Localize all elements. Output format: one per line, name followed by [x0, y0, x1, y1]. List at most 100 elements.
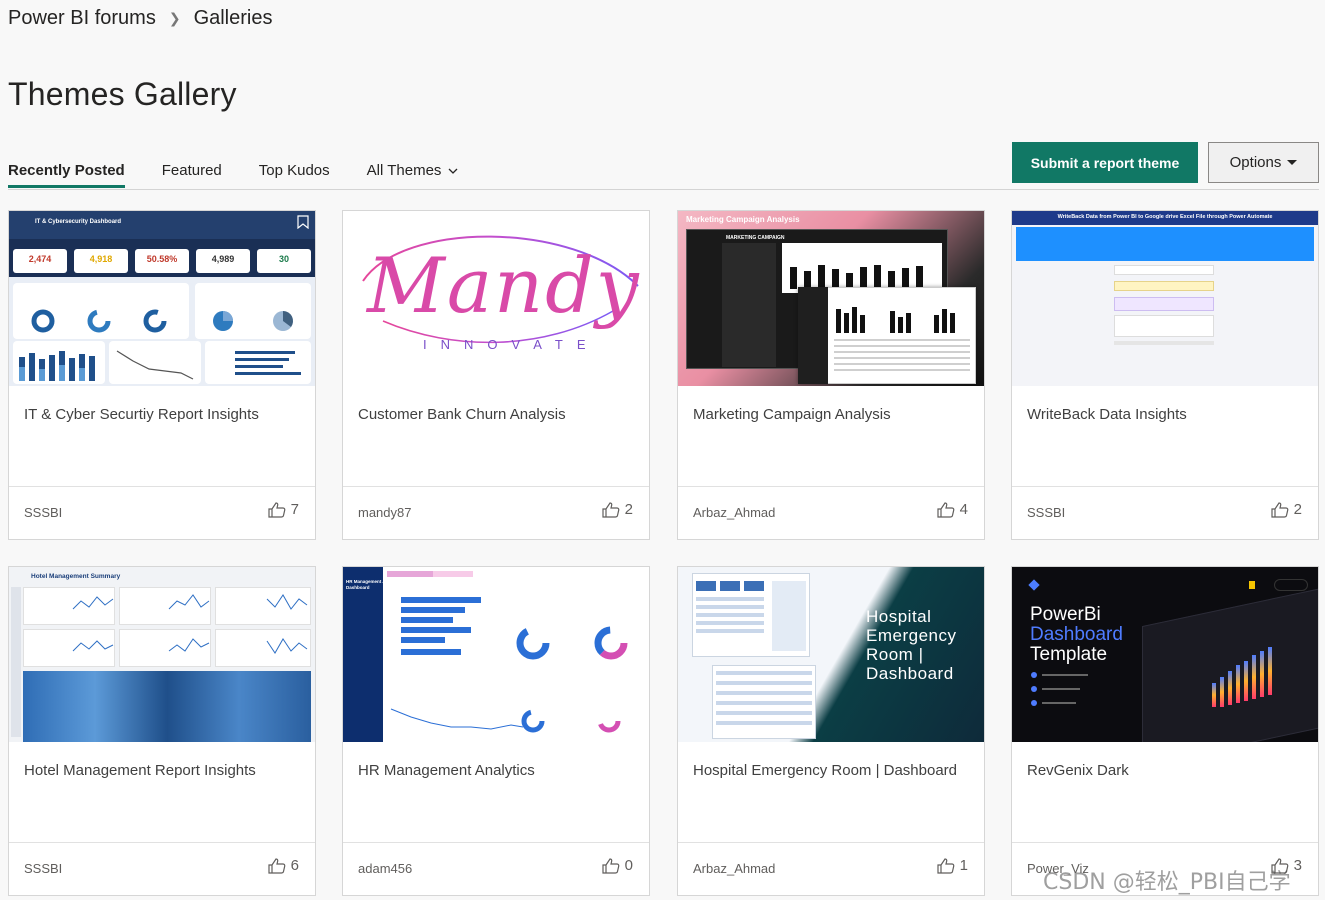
kudos-button[interactable]: 2 — [602, 501, 633, 518]
card-title[interactable]: Hotel Management Report Insights — [24, 762, 304, 779]
gallery-card-customer-bank-churn[interactable]: Mandy INNOVATE Customer Bank Churn Analy… — [342, 210, 650, 540]
line-chart — [116, 350, 194, 380]
gallery-card-it-cyber[interactable]: IT & Cybersecurity Dashboard 2,474 4,918… — [8, 210, 316, 540]
tab-label: Recently Posted — [8, 162, 125, 179]
card-divider — [9, 842, 315, 843]
data-table — [834, 339, 970, 371]
card-title[interactable]: WriteBack Data Insights — [1027, 406, 1307, 423]
thumb-line: Emergency — [866, 626, 957, 645]
gallery-card-hotel-management[interactable]: Hotel Management Summary Hotel Managemen… — [8, 566, 316, 896]
card-author[interactable]: SSSBI — [24, 505, 62, 520]
bar-chart-horizontal — [401, 597, 481, 655]
thumb-line: Dashboard — [1030, 624, 1123, 645]
kudos-button[interactable]: 2 — [1271, 501, 1302, 518]
kudos-count: 3 — [1293, 857, 1302, 874]
card-author[interactable]: Arbaz_Ahmad — [693, 505, 775, 520]
kudos-count: 1 — [959, 857, 968, 874]
donut-charts — [31, 309, 167, 333]
thumb-panel-title: MARKETING CAMPAIGN — [726, 235, 785, 241]
options-button[interactable]: Options — [1208, 142, 1319, 183]
options-label: Options — [1229, 154, 1282, 171]
card-title[interactable]: Customer Bank Churn Analysis — [358, 406, 638, 423]
kpi-value: 4,918 — [74, 249, 128, 273]
tab-recently-posted[interactable]: Recently Posted — [8, 162, 125, 188]
kudos-button[interactable]: 7 — [268, 501, 299, 518]
breadcrumb-home-link[interactable]: Power BI forums — [8, 7, 156, 30]
thumb-line: Hospital — [866, 607, 932, 626]
mini-dashboard — [696, 581, 806, 651]
thumbs-up-icon — [268, 857, 286, 874]
thumbs-up-icon — [602, 501, 620, 518]
card-thumbnail: HR Management Analytic Dashboard — [343, 567, 649, 742]
thumbs-up-icon — [602, 857, 620, 874]
thumbs-up-icon — [1271, 501, 1289, 518]
gallery-card-marketing-campaign[interactable]: Marketing Campaign Analysis MARKETING CA… — [677, 210, 985, 540]
bar-chart — [790, 265, 923, 289]
card-title[interactable]: Marketing Campaign Analysis — [693, 406, 973, 423]
kpi-value: 2,474 — [13, 249, 67, 273]
thumb-line: Dashboard — [866, 664, 954, 683]
submit-theme-button[interactable]: Submit a report theme — [1012, 142, 1198, 183]
tab-label: All Themes — [366, 162, 442, 179]
gallery-tabs: Recently Posted Featured Top Kudos All T… — [8, 162, 496, 188]
thumb-line: Room | — [866, 645, 924, 664]
chevron-right-icon: ❯ — [168, 10, 181, 26]
bar-chart-gradient — [1212, 647, 1272, 707]
kudos-button[interactable]: 6 — [268, 857, 299, 874]
gallery-card-revgenix-dark[interactable]: PowerBi Dashboard Template RevGenix Dark… — [1011, 566, 1319, 896]
card-title[interactable]: Hospital Emergency Room | Dashboard — [693, 762, 973, 779]
kudos-count: 7 — [290, 501, 299, 518]
thumb-line: Template — [1030, 644, 1108, 665]
card-author[interactable]: SSSBI — [1027, 505, 1065, 520]
thumb-header: WriteBack Data from Power BI to Google d… — [1057, 214, 1273, 220]
caret-down-icon — [1287, 160, 1298, 165]
card-author[interactable]: adam456 — [358, 861, 412, 876]
thumb-header: IT & Cybersecurity Dashboard — [35, 219, 122, 225]
card-thumbnail: WriteBack Data from Power BI to Google d… — [1012, 211, 1318, 386]
card-author[interactable]: SSSBI — [24, 861, 62, 876]
thumb-header: Hotel Management Summary — [31, 573, 121, 580]
kpi-value: 50.58% — [135, 249, 189, 273]
card-thumbnail: Hospital Emergency Room | Dashboard — [678, 567, 984, 742]
watermark: CSDN @轻松_PBI自己学 — [1043, 870, 1291, 895]
card-divider — [1012, 842, 1318, 843]
card-title[interactable]: IT & Cyber Securtiy Report Insights — [24, 406, 304, 423]
breadcrumb-current-link[interactable]: Galleries — [194, 7, 273, 30]
kudos-button[interactable]: 4 — [937, 501, 968, 518]
thumbs-up-icon — [937, 501, 955, 518]
card-divider — [1012, 486, 1318, 487]
kudos-count: 2 — [624, 501, 633, 518]
tab-featured[interactable]: Featured — [162, 162, 222, 185]
tab-all-themes[interactable]: All Themes — [367, 162, 460, 185]
card-title[interactable]: HR Management Analytics — [358, 762, 638, 779]
pie-charts — [213, 311, 293, 331]
tab-label: Featured — [161, 162, 222, 179]
card-author[interactable]: Arbaz_Ahmad — [693, 861, 775, 876]
bar-chart — [19, 351, 95, 381]
card-title[interactable]: RevGenix Dark — [1027, 762, 1307, 779]
thumb-header: HR Management Analytic Dashboard — [346, 579, 400, 590]
bar-chart-small — [836, 307, 955, 333]
line-chart — [390, 708, 524, 730]
gallery-card-hospital-emergency[interactable]: Hospital Emergency Room | Dashboard Hosp… — [677, 566, 985, 896]
kudos-button[interactable]: 1 — [937, 857, 968, 874]
donut-charts — [516, 626, 628, 660]
card-divider — [343, 842, 649, 843]
kudos-count: 0 — [624, 857, 633, 874]
kudos-count: 4 — [959, 501, 968, 518]
kudos-button[interactable]: 0 — [602, 857, 633, 874]
gallery-card-writeback[interactable]: WriteBack Data from Power BI to Google d… — [1011, 210, 1319, 540]
sparkle-icon — [1028, 579, 1040, 591]
breadcrumb: Power BI forums ❯ Galleries — [8, 7, 272, 30]
card-divider — [9, 486, 315, 487]
tabs-divider — [8, 189, 1319, 190]
tab-top-kudos[interactable]: Top Kudos — [259, 162, 330, 185]
thumbs-up-icon — [268, 501, 286, 518]
thumb-line: PowerBi — [1030, 604, 1101, 625]
gallery-card-hr-management[interactable]: HR Management Analytic Dashboard HR Mana… — [342, 566, 650, 896]
card-author[interactable]: mandy87 — [358, 505, 411, 520]
thumb-tagline: INNOVATE — [423, 337, 600, 352]
kpi-value: 30 — [257, 249, 311, 273]
kudos-count: 6 — [290, 857, 299, 874]
lightning-icon — [1249, 581, 1255, 589]
